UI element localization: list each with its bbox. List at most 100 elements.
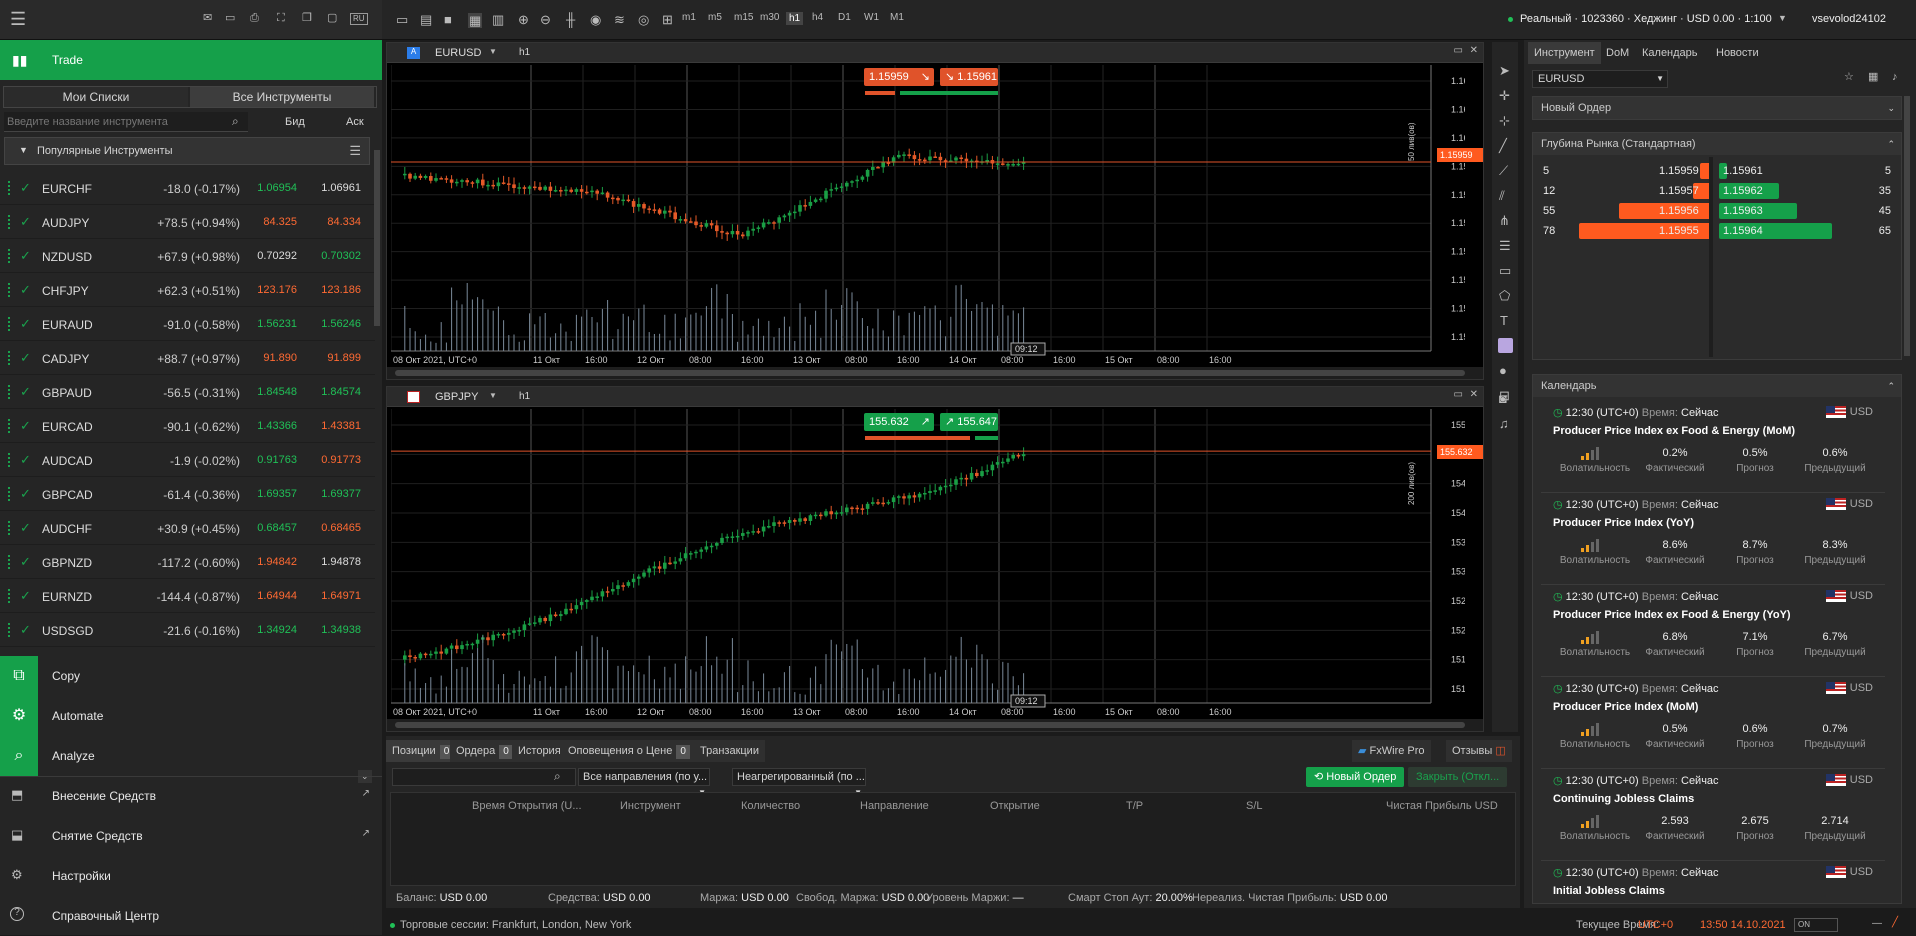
maximize-icon[interactable]: ▭ xyxy=(1454,46,1463,56)
right-symbol-select[interactable]: EURUSD ▼ xyxy=(1532,70,1668,88)
column-header[interactable]: Чистая Прибыль USD xyxy=(1386,800,1498,812)
right-tab[interactable]: Календарь xyxy=(1636,42,1704,64)
split-layout-icon[interactable]: ▥ xyxy=(492,13,504,26)
bid-price[interactable]: 84.325 xyxy=(263,216,297,228)
ask-price[interactable]: 1.34938 xyxy=(321,624,361,636)
drag-handle-icon[interactable] xyxy=(8,521,11,535)
bottom-tab[interactable]: История xyxy=(512,740,567,762)
ask-level-price[interactable]: 1.15963 xyxy=(1723,201,1763,221)
drag-handle-icon[interactable] xyxy=(8,215,11,229)
chart-scrollbar[interactable] xyxy=(387,719,1483,731)
calendar-event[interactable]: ◷ 12:30 (UTC+0) Время: Сейчас USD Producer… xyxy=(1541,401,1885,493)
instrument-row[interactable]: ✓ AUDCHF +30.9 (+0.45%) 0.68457 0.68465 xyxy=(0,511,375,545)
ask-level-price[interactable]: 1.15964 xyxy=(1723,221,1763,241)
mail-icon[interactable]: ✉ xyxy=(203,13,212,24)
camera-icon[interactable]: ◙ xyxy=(1499,392,1507,405)
ask-price[interactable]: 0.70302 xyxy=(321,250,361,262)
layout-icon[interactable]: ❐ xyxy=(302,13,312,24)
bid-price[interactable]: 1.94842 xyxy=(257,556,297,568)
chart-timeframe[interactable]: h1 xyxy=(519,391,530,402)
timeframe-D1[interactable]: D1 xyxy=(838,12,851,23)
column-header[interactable]: Направление xyxy=(860,800,929,812)
bid-price[interactable]: 1.69357 xyxy=(257,488,297,500)
hamburger-menu-icon[interactable]: ☰ xyxy=(10,10,26,28)
ask-price[interactable]: 1.56246 xyxy=(321,318,361,330)
chart-symbol[interactable]: GBPJPY xyxy=(435,391,478,403)
sell-quote[interactable]: 155.632 ↗ xyxy=(864,413,934,431)
drag-handle-icon[interactable] xyxy=(8,623,11,637)
menu-deposit[interactable]: ⬒ Внесение Средств ↗ xyxy=(0,776,382,816)
instrument-row[interactable]: ✓ EURAUD -91.0 (-0.58%) 1.56231 1.56246 xyxy=(0,307,375,341)
drag-handle-icon[interactable] xyxy=(8,283,11,297)
column-header[interactable]: Инструмент xyxy=(620,800,681,812)
chart-scrollbar[interactable] xyxy=(387,367,1483,379)
column-header[interactable]: S/L xyxy=(1246,800,1263,812)
drag-handle-icon[interactable] xyxy=(8,453,11,467)
expand-icon[interactable]: ⌄ xyxy=(1887,97,1895,119)
single-layout-icon[interactable]: ■ xyxy=(444,13,452,26)
collapse-icon[interactable]: ⌃ xyxy=(1887,375,1895,397)
instrument-row[interactable]: ✓ CADJPY +88.7 (+0.97%) 91.890 91.899 xyxy=(0,341,375,375)
instrument-row[interactable]: ✓ AUDCAD -1.9 (-0.02%) 0.91763 0.91773 xyxy=(0,443,375,477)
rectangle-tool-icon[interactable]: ▭ xyxy=(1499,264,1511,277)
timeframe-M1[interactable]: M1 xyxy=(890,12,904,23)
close-icon[interactable]: ✕ xyxy=(1470,390,1478,400)
account-dropdown-icon[interactable]: ▼ xyxy=(1778,14,1787,23)
price-chart[interactable]: 155.982155.457154.932154.407153.882153.3… xyxy=(391,409,1465,717)
resize-icon[interactable]: ╱ xyxy=(1892,918,1898,928)
channel-tool-icon[interactable]: ⫽ xyxy=(1499,189,1505,202)
fxwire-tab[interactable]: ▰ FxWire Pro xyxy=(1352,740,1431,762)
ask-price[interactable]: 123.186 xyxy=(321,284,361,296)
drag-handle-icon[interactable] xyxy=(8,317,11,331)
calendar-event[interactable]: ◷ 12:30 (UTC+0) Время: Сейчас USD Producer… xyxy=(1541,585,1885,677)
symbol-dropdown-icon[interactable]: ▼ xyxy=(489,48,497,56)
drag-handle-icon[interactable] xyxy=(8,385,11,399)
instrument-row[interactable]: ✓ USDSGD -21.6 (-0.16%) 1.34924 1.34938 xyxy=(0,613,375,647)
text-tool-icon[interactable]: T xyxy=(1500,314,1508,327)
bid-price[interactable]: 1.84548 xyxy=(257,386,297,398)
instrument-row[interactable]: ✓ EURCAD -90.1 (-0.62%) 1.43366 1.43381 xyxy=(0,409,375,443)
ask-price[interactable]: 1.94878 xyxy=(321,556,361,568)
search-icon[interactable]: ⌕ xyxy=(232,115,239,127)
eye-icon[interactable]: ◎ xyxy=(638,13,649,26)
bid-price[interactable]: 1.64944 xyxy=(257,590,297,602)
candles-icon[interactable]: ╫ xyxy=(566,13,575,26)
color-picker[interactable] xyxy=(1498,338,1513,353)
calendar-event[interactable]: ◷ 12:30 (UTC+0) Время: Сейчас USD Producer… xyxy=(1541,677,1885,769)
bid-price[interactable]: 91.890 xyxy=(263,352,297,364)
nav-copy[interactable]: ⧉ Copy xyxy=(0,656,382,696)
positions-search-input[interactable] xyxy=(392,768,576,786)
tab-all-instruments[interactable]: Все Инструменты xyxy=(190,87,374,107)
bottom-tab[interactable]: Оповещения о Цене 0 xyxy=(562,740,696,762)
ask-price[interactable]: 1.43381 xyxy=(321,420,361,432)
ask-price[interactable]: 1.06961 xyxy=(321,182,361,194)
bid-level-price[interactable]: 1.15959 xyxy=(1659,161,1699,181)
calendar-event[interactable]: ◷ 12:30 (UTC+0) Время: Сейчас USD Producer… xyxy=(1541,493,1885,585)
bid-level-price[interactable]: 1.15956 xyxy=(1659,201,1699,221)
shape-tool-icon[interactable]: ⬠ xyxy=(1499,289,1510,302)
ask-level-price[interactable]: 1.15961 xyxy=(1723,161,1763,181)
pitchfork-icon[interactable]: ⋔ xyxy=(1499,214,1510,227)
instrument-row[interactable]: ✓ NZDUSD +67.9 (+0.98%) 0.70292 0.70302 xyxy=(0,239,375,273)
bottom-tab[interactable]: Ордера 0 xyxy=(450,740,519,762)
timeframe-m30[interactable]: m30 xyxy=(760,12,779,23)
timeframe-h4[interactable]: h4 xyxy=(812,12,823,23)
menu-help[interactable]: ? Справочный Центр xyxy=(0,896,382,936)
user-name[interactable]: vsevolod24102 xyxy=(1812,13,1886,25)
crosshair-icon[interactable]: ✛ xyxy=(1499,89,1510,102)
menu-withdraw[interactable]: ⬓ Снятие Средств ↗ xyxy=(0,816,382,856)
account-info[interactable]: Реальный · 1023360 · Хеджинг · USD 0.00 … xyxy=(1520,13,1772,25)
timeframe-h1[interactable]: h1 xyxy=(786,12,804,25)
toggle-switch[interactable]: ON xyxy=(1794,918,1838,932)
chart-icon[interactable]: ▦ xyxy=(1868,72,1878,83)
bid-price[interactable]: 1.43366 xyxy=(257,420,297,432)
template-icon[interactable]: ⊞ xyxy=(662,13,673,26)
aggregation-filter-dropdown[interactable]: Неагрегированный (по ...▼ xyxy=(732,768,866,797)
indicators-icon[interactable]: ◉ xyxy=(590,13,601,26)
column-header[interactable]: T/P xyxy=(1126,800,1143,812)
chart-timeframe[interactable]: h1 xyxy=(519,47,530,58)
direction-filter-dropdown[interactable]: Все направления (по у...▼ xyxy=(578,768,710,797)
column-header[interactable]: Время Открытия (U... xyxy=(472,800,582,812)
symbol-dropdown-icon[interactable]: ▼ xyxy=(489,392,497,400)
close-icon[interactable]: ✕ xyxy=(1470,46,1478,56)
